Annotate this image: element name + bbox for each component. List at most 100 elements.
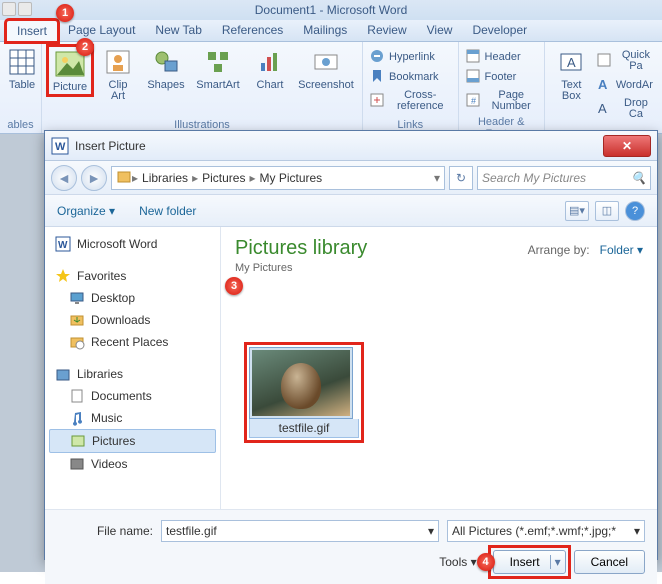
filename-input[interactable]: testfile.gif ▾ [161, 520, 439, 542]
bookmark-button[interactable]: Bookmark [369, 68, 452, 84]
table-button[interactable]: Table [6, 46, 38, 91]
insert-button[interactable]: Insert ▾ [493, 550, 566, 574]
header-button[interactable]: Header [465, 48, 538, 64]
footer-icon [465, 68, 481, 84]
shapes-label: Shapes [147, 80, 184, 91]
cancel-button[interactable]: Cancel [574, 550, 645, 574]
forward-button[interactable]: ► [81, 165, 107, 191]
svg-text:W: W [58, 240, 68, 251]
group-illustrations: Picture 2 Clip Art Shapes SmartArt Chart [42, 42, 363, 133]
insert-picture-dialog: W Insert Picture ✕ ◄ ► ▸ Libraries ▸ Pic… [44, 130, 658, 560]
close-icon: ✕ [622, 139, 632, 153]
tab-mailings[interactable]: Mailings [293, 20, 357, 41]
back-button[interactable]: ◄ [51, 165, 77, 191]
tab-new-tab[interactable]: New Tab [145, 20, 211, 41]
hyperlink-button[interactable]: Hyperlink [369, 48, 452, 64]
star-icon [55, 268, 71, 284]
crossref-button[interactable]: Cross-reference [369, 88, 452, 112]
crumb-pictures[interactable]: Pictures [198, 171, 249, 185]
preview-pane-button[interactable]: ◫ [595, 201, 619, 221]
header-icon [465, 48, 481, 64]
close-button[interactable]: ✕ [603, 135, 651, 157]
bookmark-icon [369, 68, 385, 84]
recent-icon [69, 334, 85, 350]
annotation-marker-1: 1 [56, 4, 74, 22]
search-input[interactable]: Search My Pictures 🔍 [477, 166, 651, 190]
tab-review[interactable]: Review [357, 20, 416, 41]
chevron-down-icon: ▾ [634, 524, 640, 538]
crossref-label: Cross-reference [389, 90, 452, 112]
chart-label: Chart [257, 80, 284, 91]
smartart-button[interactable]: SmartArt [192, 46, 244, 91]
dialog-footer: File name: testfile.gif ▾ All Pictures (… [45, 509, 657, 584]
libraries-icon [116, 168, 132, 187]
screenshot-button[interactable]: Screenshot [296, 46, 356, 91]
help-button[interactable]: ? [625, 201, 645, 221]
insert-label: Insert [510, 555, 540, 569]
word-icon: W [51, 137, 69, 155]
crossref-icon [369, 92, 385, 108]
sidebar-item-favorites[interactable]: Favorites [49, 265, 216, 287]
crumb-mypictures[interactable]: My Pictures [255, 171, 326, 185]
annotation-marker-4: 4 [477, 553, 495, 571]
sidebar-item-label: Microsoft Word [77, 237, 157, 251]
refresh-button[interactable]: ↻ [449, 166, 473, 190]
hyperlink-icon [369, 48, 385, 64]
sidebar-item-videos[interactable]: Videos [49, 453, 216, 475]
organize-menu[interactable]: Organize ▾ [57, 204, 115, 218]
chevron-down-icon[interactable]: ▾ [550, 555, 561, 569]
clipart-button[interactable]: Clip Art [96, 46, 140, 102]
dialog-titlebar: W Insert Picture ✕ [45, 131, 657, 161]
filter-value: All Pictures (*.emf;*.wmf;*.jpg;* [452, 524, 616, 538]
qat-item[interactable] [2, 2, 16, 16]
sidebar-item-label: Videos [91, 457, 127, 471]
pagenum-label: Page Number [485, 90, 538, 112]
group-links: Hyperlink Bookmark Cross-reference Links [363, 42, 459, 133]
sidebar-item-downloads[interactable]: Downloads [49, 309, 216, 331]
quickparts-label: Quick Pa [616, 50, 656, 72]
wordart-icon: A [596, 76, 612, 92]
annotation-marker-3: 3 [225, 277, 243, 295]
tab-insert[interactable]: Insert [6, 20, 58, 42]
tab-page-layout[interactable]: Page Layout [58, 20, 145, 41]
dropcap-button[interactable]: A Drop Ca [596, 96, 656, 120]
sidebar-item-msword[interactable]: W Microsoft Word [49, 233, 216, 255]
footer-button[interactable]: Footer [465, 68, 538, 84]
shapes-button[interactable]: Shapes [144, 46, 188, 91]
footer-label: Footer [485, 72, 517, 83]
quickparts-button[interactable]: Quick Pa [596, 48, 656, 72]
clipart-label: Clip Art [109, 80, 128, 102]
sidebar-item-music[interactable]: Music [49, 407, 216, 429]
wordart-button[interactable]: A WordAr [596, 76, 656, 92]
sidebar-item-recent[interactable]: Recent Places [49, 331, 216, 353]
sidebar-item-desktop[interactable]: Desktop [49, 287, 216, 309]
clipart-icon [102, 46, 134, 78]
file-filter-dropdown[interactable]: All Pictures (*.emf;*.wmf;*.jpg;* ▾ [447, 520, 645, 542]
crumb-libraries[interactable]: Libraries [138, 171, 192, 185]
file-thumbnail-testfile[interactable]: testfile.gif [249, 347, 359, 438]
textbox-button[interactable]: A Text Box [551, 46, 592, 102]
pagenum-button[interactable]: # Page Number [465, 88, 538, 112]
tab-references[interactable]: References [212, 20, 293, 41]
tab-developer[interactable]: Developer [462, 20, 537, 41]
dialog-body: W Microsoft Word Favorites Desktop Downl… [45, 227, 657, 509]
sidebar: W Microsoft Word Favorites Desktop Downl… [45, 227, 221, 509]
pictures-icon [70, 433, 86, 449]
new-folder-button[interactable]: New folder [139, 204, 196, 218]
sidebar-item-documents[interactable]: Documents [49, 385, 216, 407]
wordart-label: WordAr [616, 80, 653, 91]
breadcrumb[interactable]: ▸ Libraries ▸ Pictures ▸ My Pictures ▾ [111, 166, 445, 190]
tools-menu[interactable]: Tools ▾ [439, 555, 476, 569]
textbox-label: Text Box [561, 80, 581, 102]
chart-button[interactable]: Chart [248, 46, 292, 91]
dialog-title: Insert Picture [75, 139, 603, 153]
library-subtitle: My Pictures [235, 262, 643, 274]
tab-view[interactable]: View [417, 20, 463, 41]
sidebar-item-libraries[interactable]: Libraries [49, 363, 216, 385]
view-mode-button[interactable]: ▤▾ [565, 201, 589, 221]
qat-item[interactable] [18, 2, 32, 16]
sidebar-item-pictures[interactable]: Pictures [49, 429, 216, 453]
word-icon: W [55, 236, 71, 252]
arrange-by-dropdown[interactable]: Folder ▾ [600, 243, 643, 257]
search-placeholder: Search My Pictures [482, 171, 586, 185]
